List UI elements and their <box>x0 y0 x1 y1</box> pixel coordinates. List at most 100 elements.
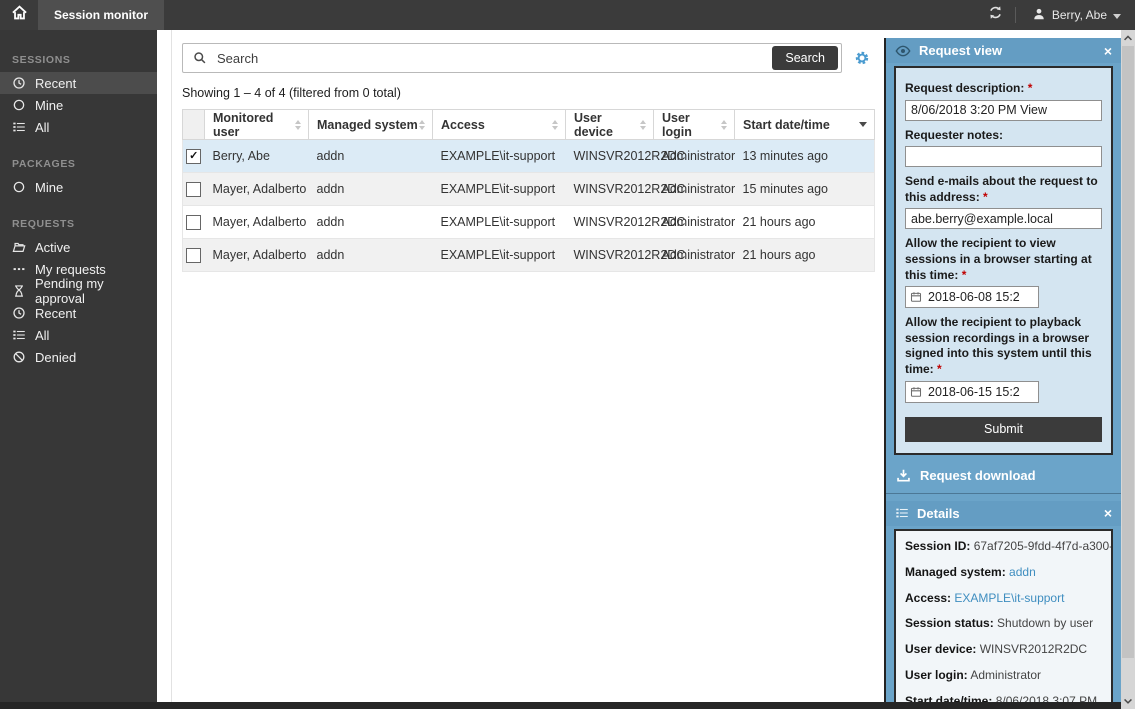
row-checkbox[interactable] <box>186 182 201 197</box>
sidebar-item-requests-pending[interactable]: Pending my approval <box>0 280 157 302</box>
sidebar-item-requests-denied[interactable]: Denied <box>0 346 157 368</box>
scrollbar-thumb[interactable] <box>1122 46 1134 658</box>
column-header-start-date[interactable]: Start date/time <box>735 110 875 140</box>
folder-open-icon <box>12 240 26 254</box>
hourglass-icon <box>12 284 26 298</box>
detail-managed-system: Managed system: addn <box>896 559 1111 585</box>
tab-session-monitor[interactable]: Session monitor <box>38 0 164 30</box>
submit-button[interactable]: Submit <box>905 417 1102 442</box>
sidebar-item-label: Mine <box>35 98 63 113</box>
cell-managed-system: addn <box>309 140 433 173</box>
request-description-input[interactable] <box>905 100 1102 121</box>
user-name: Berry, Abe <box>1052 8 1107 22</box>
sidebar-item-label: All <box>35 120 49 135</box>
tab-session-monitor-label: Session monitor <box>54 8 148 22</box>
ellipsis-icon <box>12 262 26 276</box>
column-label: Monitored user <box>213 111 295 139</box>
cell-monitored-user: Mayer, Adalberto <box>205 173 309 206</box>
close-icon[interactable] <box>1104 506 1112 520</box>
sidebar-item-packages-mine[interactable]: Mine <box>0 176 157 198</box>
row-checkbox[interactable] <box>186 149 201 164</box>
sidebar-item-sessions-recent[interactable]: Recent <box>0 72 157 94</box>
right-panel-column: Request view Request description: * Requ… <box>884 38 1121 709</box>
view-start-datetime-picker[interactable] <box>905 286 1039 308</box>
column-label: Managed system <box>317 118 418 132</box>
managed-system-link[interactable]: addn <box>1009 565 1036 579</box>
table-row[interactable]: Berry, Abe addn EXAMPLE\it-support WINSV… <box>183 140 875 173</box>
cell-managed-system: addn <box>309 239 433 272</box>
cell-monitored-user: Berry, Abe <box>205 140 309 173</box>
detail-access: Access: EXAMPLE\it-support <box>896 585 1111 611</box>
table-header-row: Monitored user Managed system Access <box>183 110 875 140</box>
column-header-user-device[interactable]: User device <box>566 110 654 140</box>
cell-access: EXAMPLE\it-support <box>433 206 566 239</box>
sort-icon <box>640 120 646 130</box>
details-title: Details <box>917 506 1096 521</box>
search-row: Search <box>182 43 870 73</box>
table-row[interactable]: Mayer, Adalberto addn EXAMPLE\it-support… <box>183 239 875 272</box>
section-label-packages: PACKAGES <box>0 154 157 176</box>
playback-until-datetime-picker[interactable] <box>905 381 1039 403</box>
search-button[interactable]: Search <box>772 46 838 70</box>
playback-until-datetime-input[interactable] <box>926 384 1034 400</box>
home-button[interactable] <box>0 0 38 30</box>
circle-icon <box>12 98 26 112</box>
home-icon <box>11 4 28 26</box>
clock-icon <box>12 306 26 320</box>
close-icon[interactable] <box>1104 44 1112 58</box>
sidebar-section-requests: REQUESTS Active My requests Pending my a… <box>0 214 157 368</box>
required-asterisk: * <box>962 268 967 282</box>
clock-icon <box>12 76 26 90</box>
column-header-monitored-user[interactable]: Monitored user <box>205 110 309 140</box>
email-field[interactable] <box>905 208 1102 229</box>
sidebar: SESSIONS Recent Mine All PACKA <box>0 30 157 709</box>
topbar-divider <box>1015 7 1016 23</box>
cell-access: EXAMPLE\it-support <box>433 173 566 206</box>
column-header-managed-system[interactable]: Managed system <box>309 110 433 140</box>
request-view-form: Request description: * Requester notes: … <box>894 66 1113 455</box>
list-icon <box>12 328 26 342</box>
sort-icon <box>721 120 727 130</box>
results-summary: Showing 1 – 4 of 4 (filtered from 0 tota… <box>182 86 872 100</box>
refresh-button[interactable] <box>979 0 1013 30</box>
request-view-title: Request view <box>919 43 1096 58</box>
column-header-access[interactable]: Access <box>433 110 566 140</box>
sidebar-item-sessions-mine[interactable]: Mine <box>0 94 157 116</box>
cell-user-device: WINSVR2012R2DC <box>566 140 654 173</box>
view-start-datetime-input[interactable] <box>926 289 1034 305</box>
sort-icon <box>295 120 301 130</box>
field-label: Request description: * <box>905 81 1102 97</box>
table-row[interactable]: Mayer, Adalberto addn EXAMPLE\it-support… <box>183 206 875 239</box>
detail-user-device: User device: WINSVR2012R2DC <box>896 637 1111 663</box>
sidebar-item-label: Recent <box>35 306 76 321</box>
table-row[interactable]: Mayer, Adalberto addn EXAMPLE\it-support… <box>183 173 875 206</box>
sidebar-item-requests-active[interactable]: Active <box>0 236 157 258</box>
requester-notes-input[interactable] <box>905 146 1102 167</box>
column-header-user-login[interactable]: User login <box>654 110 735 140</box>
search-input[interactable] <box>215 50 772 67</box>
request-download-button[interactable]: Request download <box>886 455 1121 493</box>
details-panel: Session ID: 67af7205-9fdd-4f7d-a300-00 .… <box>894 529 1113 709</box>
header-checkbox-column <box>183 110 205 140</box>
scroll-up-button[interactable] <box>1121 30 1135 46</box>
sidebar-item-label: Active <box>35 240 70 255</box>
sidebar-item-label: My requests <box>35 262 106 277</box>
row-checkbox[interactable] <box>186 215 201 230</box>
access-link[interactable]: EXAMPLE\it-support <box>954 591 1064 605</box>
cell-user-device: WINSVR2012R2DC <box>566 173 654 206</box>
gear-icon[interactable] <box>854 50 870 66</box>
user-menu[interactable]: Berry, Abe <box>1018 0 1135 30</box>
layout: SESSIONS Recent Mine All PACKA <box>0 30 1135 709</box>
scroll-down-button[interactable] <box>1121 693 1135 709</box>
sidebar-item-label: Mine <box>35 180 63 195</box>
sidebar-item-sessions-all[interactable]: All <box>0 116 157 138</box>
ban-icon <box>12 350 26 364</box>
field-label: Requester notes: <box>905 128 1102 144</box>
cell-user-login: Administrator <box>654 140 735 173</box>
vertical-scrollbar[interactable] <box>1121 30 1135 709</box>
sidebar-item-requests-all[interactable]: All <box>0 324 157 346</box>
sidebar-item-label: Pending my approval <box>35 276 145 306</box>
row-checkbox[interactable] <box>186 248 201 263</box>
cell-managed-system: addn <box>309 206 433 239</box>
detail-user-login: User login: Administrator <box>896 663 1111 689</box>
